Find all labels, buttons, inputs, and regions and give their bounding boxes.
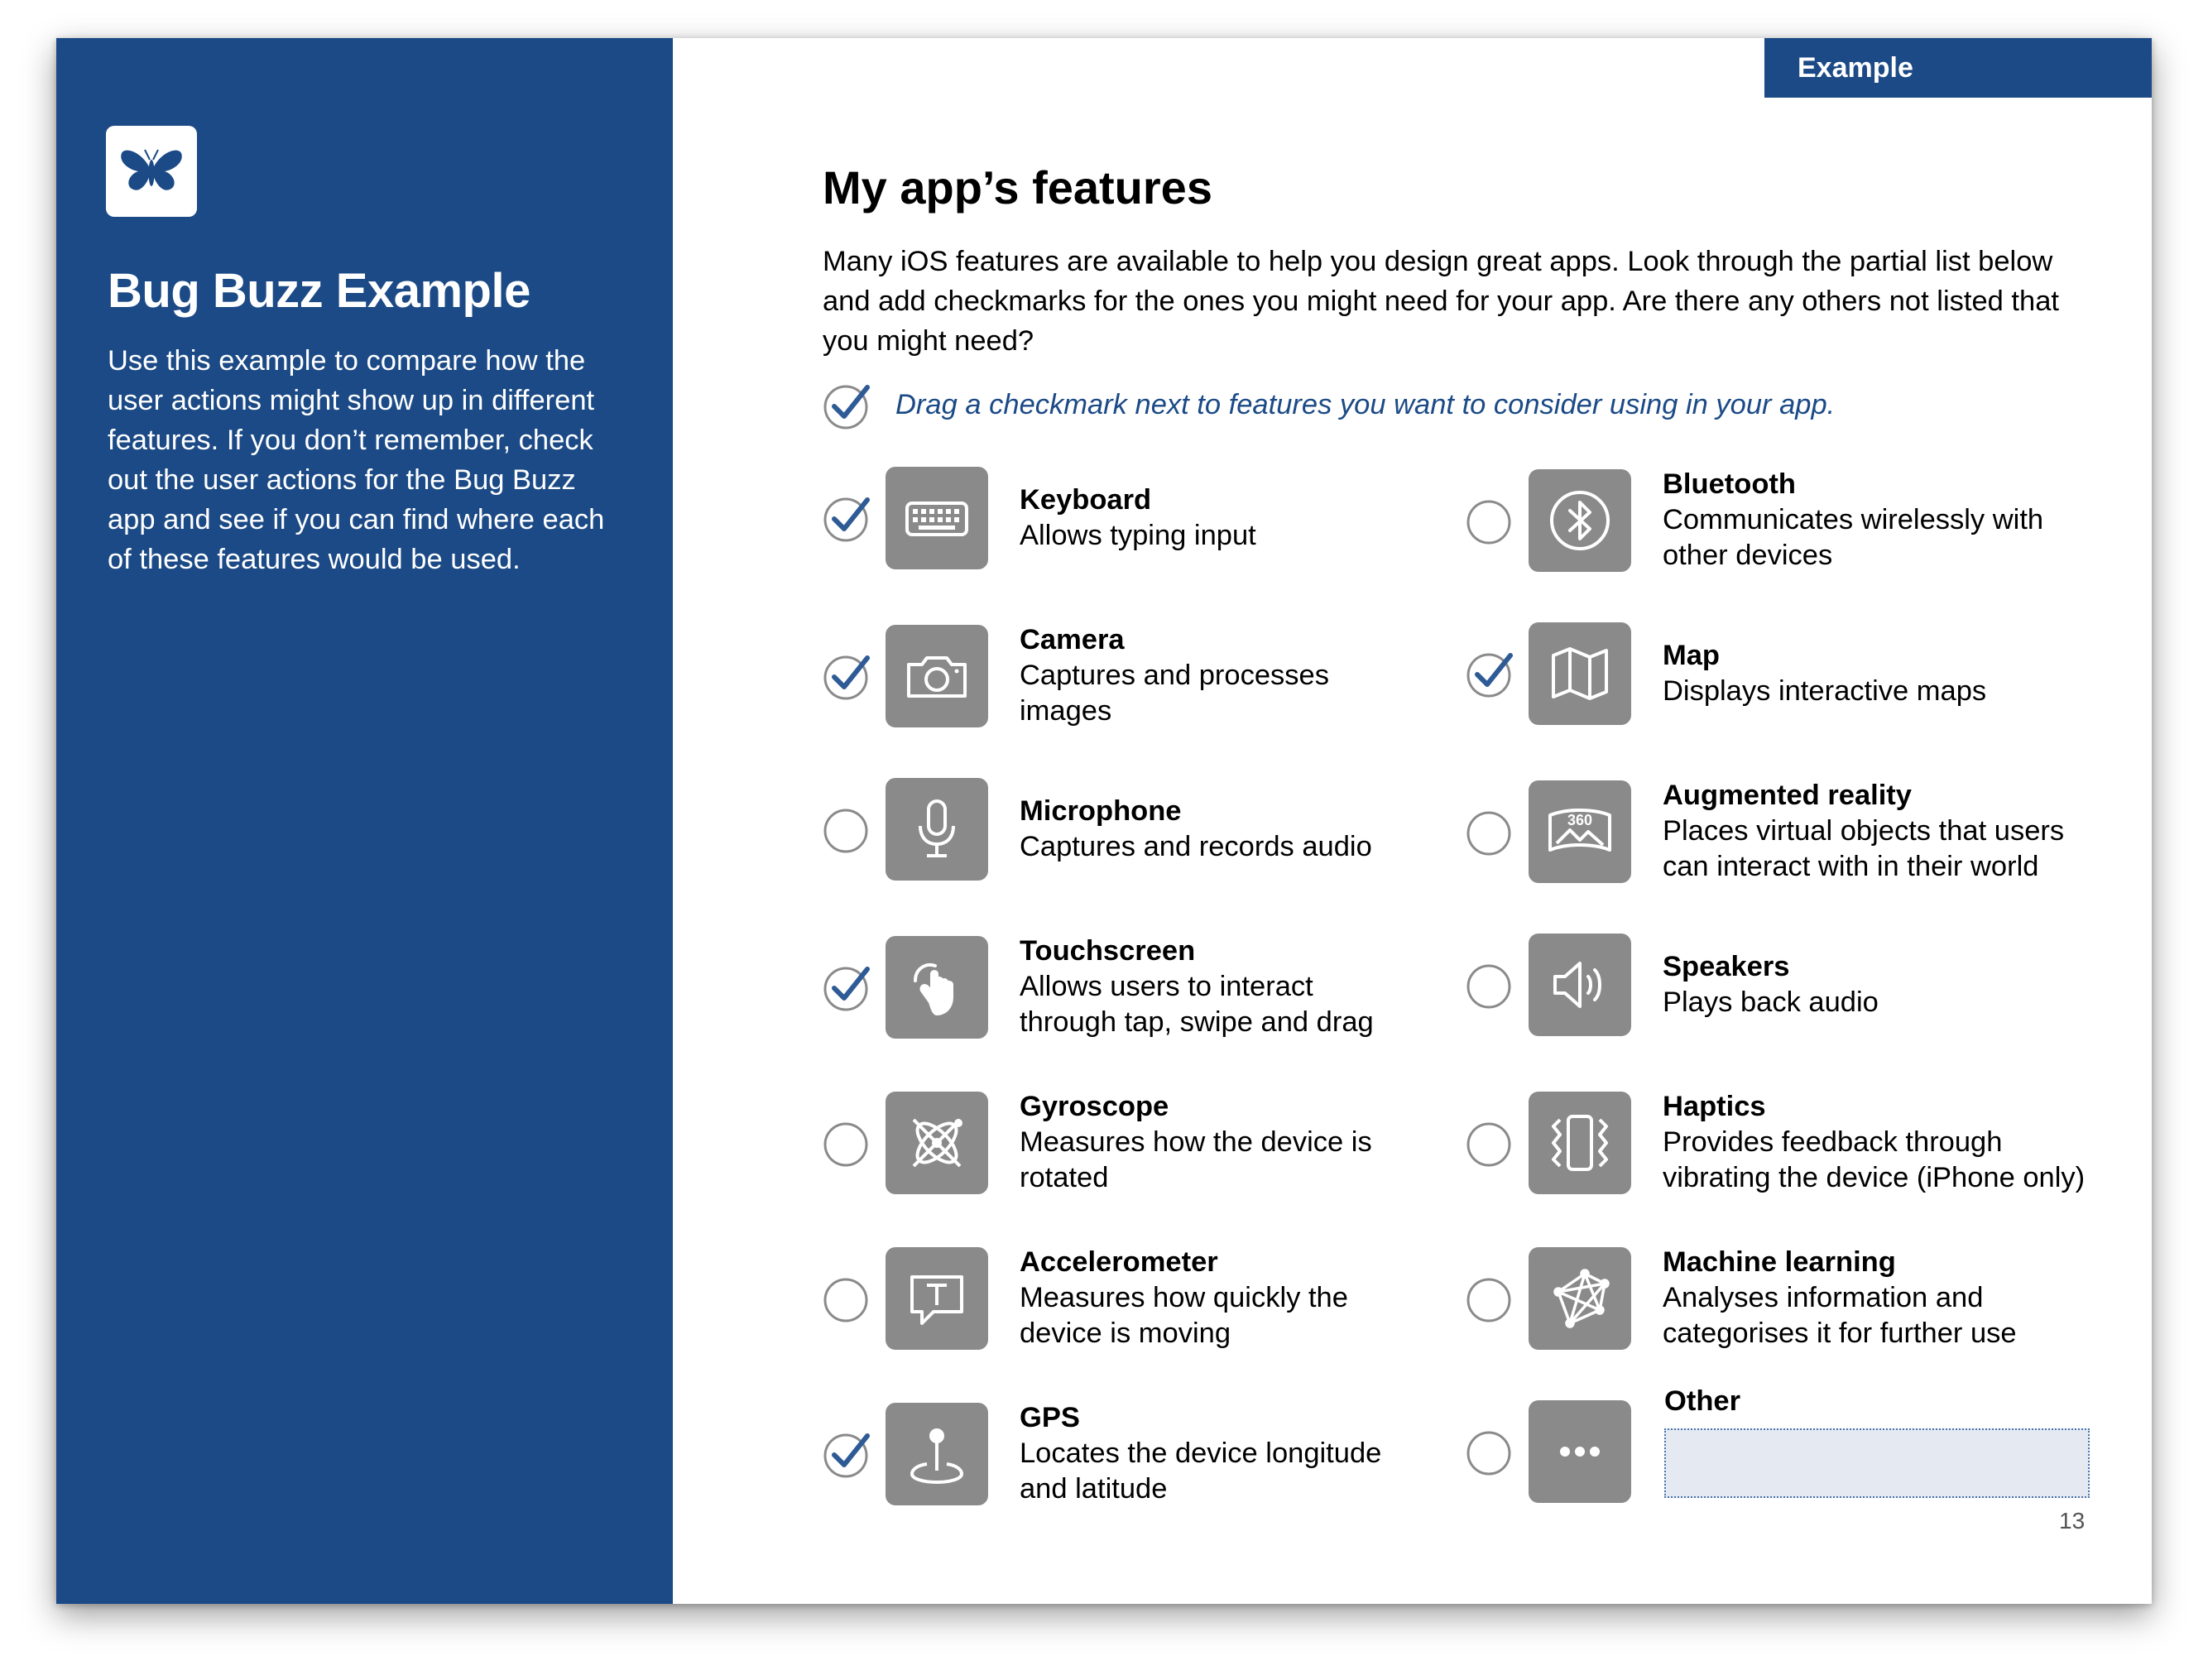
hint-text: Drag a checkmark next to features you wa… [895, 389, 1836, 420]
feature-speakers: Speakers Plays back audio [1466, 934, 1879, 1036]
feature-name: Keyboard [1020, 484, 1152, 516]
feature-description: Communicates wirelessly with other devic… [1663, 504, 2044, 571]
feature-description: Allows typing input [1020, 520, 1256, 551]
empty-radio-circle[interactable] [1466, 1274, 1515, 1323]
feature-name: Accelerometer [1020, 1246, 1218, 1278]
example-tag: Example [1764, 38, 2152, 98]
page-title: My app’s features [823, 161, 1212, 214]
other-feature-input[interactable] [1664, 1428, 2090, 1498]
checkmark-icon[interactable] [823, 651, 872, 701]
feature-name: Augmented reality [1663, 780, 1912, 811]
feature-map: Map Displays interactive maps [1466, 622, 1986, 725]
empty-radio-circle[interactable] [1466, 960, 1515, 1010]
feature-machine-learning: Machine learning Analyses information an… [1466, 1245, 2076, 1351]
camera-icon [886, 624, 988, 727]
feature-keyboard: Keyboard Allows typing input [823, 467, 1256, 569]
gps-pin-icon [886, 1402, 988, 1505]
feature-description: Plays back audio [1663, 986, 1879, 1018]
feature-other [1466, 1400, 1631, 1503]
empty-radio-circle[interactable] [823, 1274, 872, 1323]
checkmark-icon[interactable] [823, 493, 872, 543]
feature-name: Gyroscope [1020, 1091, 1169, 1122]
feature-name: Map [1663, 640, 1720, 671]
sidebar-description: Use this example to compare how the user… [108, 345, 605, 575]
feature-description: Captures and processes images [1020, 660, 1329, 727]
checkmark-icon[interactable] [823, 379, 874, 430]
more-dots-icon [1529, 1400, 1631, 1503]
sidebar-panel: Bug Buzz Example Use this example to com… [56, 38, 673, 1604]
feature-gyroscope: Gyroscope Measures how the device is rot… [823, 1089, 1384, 1196]
feature-haptics: Haptics Provides feedback through vibrat… [1466, 1089, 2110, 1196]
feature-gps: GPS Locates the device longitude and lat… [823, 1400, 1409, 1507]
speaker-icon [1529, 934, 1631, 1036]
gyroscope-icon [886, 1091, 988, 1194]
feature-name: Machine learning [1663, 1246, 1896, 1278]
feature-description: Locates the device longitude and latitud… [1020, 1438, 1382, 1505]
feature-name: Bluetooth [1663, 468, 1796, 500]
svg-text:360: 360 [1567, 812, 1592, 828]
empty-radio-circle[interactable] [823, 1118, 872, 1168]
feature-accelerometer: Accelerometer Measures how quickly the d… [823, 1245, 1384, 1351]
hint-row: Drag a checkmark next to features you wa… [823, 376, 1981, 434]
feature-description: Provides feedback through vibrating the … [1663, 1126, 2086, 1193]
feature-description: Analyses information and categorises it … [1663, 1282, 2017, 1349]
checkmark-icon[interactable] [823, 1429, 872, 1479]
accelerometer-icon [886, 1246, 988, 1350]
page-number: 13 [2059, 1508, 2086, 1534]
checkmark-icon[interactable] [823, 962, 872, 1012]
feature-name: GPS [1020, 1402, 1080, 1433]
touch-hand-icon [886, 935, 988, 1039]
feature-touchscreen: Touchscreen Allows users to interact thr… [823, 934, 1400, 1040]
feature-description: Allows users to interact through tap, sw… [1020, 971, 1374, 1038]
feature-camera: Camera Captures and processes images [823, 622, 1367, 729]
bluetooth-icon [1529, 468, 1631, 572]
feature-description: Measures how quickly the device is movin… [1020, 1282, 1348, 1349]
empty-radio-circle[interactable] [1466, 807, 1515, 857]
checkmark-icon[interactable] [1466, 649, 1515, 698]
feature-description: Places virtual objects that users can in… [1663, 815, 2065, 882]
ar-360-icon: 360 [1529, 780, 1631, 883]
feature-name: Microphone [1020, 795, 1182, 827]
sidebar-title: Bug Buzz Example [108, 264, 530, 318]
feature-microphone: Microphone Captures and records audio [823, 778, 1372, 881]
empty-radio-circle[interactable] [1466, 1427, 1515, 1476]
feature-name: Camera [1020, 624, 1125, 655]
map-icon [1529, 622, 1631, 725]
feature-augmented-reality: 360 Augmented reality Places virtual obj… [1466, 778, 2101, 885]
empty-radio-circle[interactable] [823, 804, 872, 854]
empty-radio-circle[interactable] [1466, 496, 1515, 545]
feature-bluetooth: Bluetooth Communicates wirelessly with o… [1466, 467, 2076, 574]
feature-name: Touchscreen [1020, 935, 1196, 967]
haptics-icon [1529, 1091, 1631, 1194]
butterfly-icon [106, 126, 197, 217]
machine-learning-icon [1529, 1246, 1631, 1350]
workbook-page: Bug Buzz Example Use this example to com… [56, 38, 2152, 1604]
keyboard-icon [886, 467, 988, 569]
microphone-icon [886, 778, 988, 881]
feature-description: Measures how the device is rotated [1020, 1126, 1372, 1193]
feature-description: Displays interactive maps [1663, 675, 1987, 707]
feature-description: Captures and records audio [1020, 831, 1372, 862]
feature-other-label: Other [1664, 1385, 1741, 1417]
feature-name: Haptics [1663, 1091, 1766, 1122]
empty-radio-circle[interactable] [1466, 1118, 1515, 1168]
feature-name: Speakers [1663, 951, 1790, 982]
intro-paragraph: Many iOS features are available to help … [823, 246, 2059, 357]
